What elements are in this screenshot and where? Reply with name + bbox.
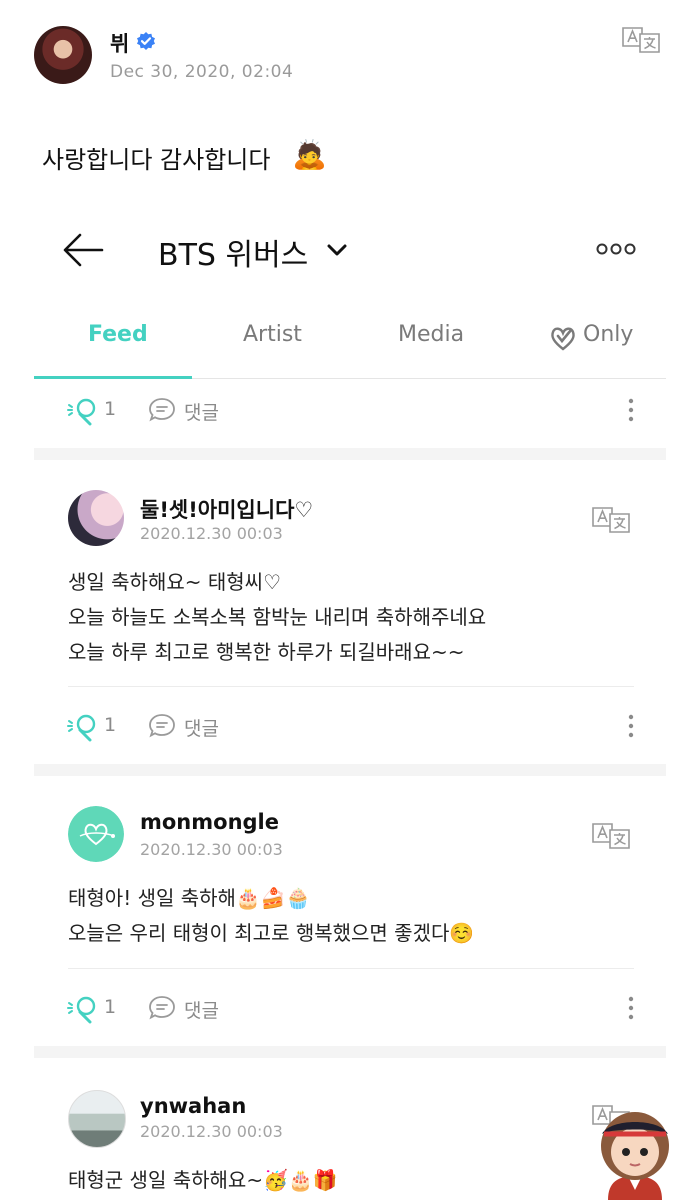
cheer-icon[interactable]: [66, 712, 102, 742]
back-arrow-icon[interactable]: [62, 230, 104, 270]
kebab-menu-icon[interactable]: [628, 996, 634, 1020]
translate-icon[interactable]: [590, 822, 632, 850]
active-tab-indicator: [34, 376, 192, 379]
post-author[interactable]: ynwahan: [140, 1094, 246, 1118]
post-text-line: 오늘 하늘도 소복소복 함박눈 내리며 축하해주네요: [68, 605, 487, 629]
character-sticker-icon: [601, 1112, 669, 1200]
author-avatar[interactable]: [34, 26, 92, 84]
post-text-line: 태형군 생일 축하해요~🥳🎂🎁: [68, 1168, 338, 1192]
post-text-line: 오늘 하루 최고로 행복한 하루가 되길바래요~~: [68, 640, 465, 664]
comment-label[interactable]: 댓글: [184, 714, 219, 741]
translate-icon[interactable]: [590, 506, 632, 534]
cheer-icon[interactable]: [66, 994, 102, 1024]
cheer-count: 1: [104, 996, 117, 1018]
post-divider: [68, 968, 634, 969]
comment-icon[interactable]: [148, 713, 176, 739]
post-date: 2020.12.30 00:03: [140, 1122, 283, 1141]
comment-icon[interactable]: [148, 995, 176, 1021]
user-avatar[interactable]: [68, 490, 124, 546]
kebab-menu-icon[interactable]: [628, 398, 634, 422]
post-text-line: 오늘은 우리 태형이 최고로 행복했으면 좋겠다☺️: [68, 921, 475, 945]
section-separator: [34, 764, 666, 776]
post-author[interactable]: monmongle: [140, 810, 279, 834]
comment-label[interactable]: 댓글: [184, 996, 219, 1023]
post-date: 2020.12.30 00:03: [140, 840, 283, 859]
tab-feed[interactable]: Feed: [88, 322, 148, 347]
cheer-count: 1: [104, 398, 117, 420]
more-options-icon[interactable]: [596, 240, 636, 258]
tab-only[interactable]: Only: [583, 322, 633, 347]
post-author[interactable]: 둘!셋!아미입니다♡: [140, 494, 313, 524]
section-separator: [34, 448, 666, 460]
post-date: Dec 30, 2020, 02:04: [110, 62, 294, 82]
user-avatar[interactable]: [68, 806, 124, 862]
post-date: 2020.12.30 00:03: [140, 524, 283, 543]
post-divider: [68, 686, 634, 687]
cheer-icon[interactable]: [66, 396, 102, 426]
translate-icon[interactable]: [620, 26, 662, 54]
section-separator: [34, 1046, 666, 1058]
tab-artist[interactable]: Artist: [243, 322, 302, 347]
post-text-line: 생일 축하해요~ 태형씨♡: [68, 570, 282, 594]
kebab-menu-icon[interactable]: [628, 714, 634, 738]
tab-media[interactable]: Media: [398, 322, 464, 347]
author-name[interactable]: 뷔: [110, 28, 129, 58]
post-text-line: 태형아! 생일 축하해🎂🍰🧁: [68, 886, 311, 910]
bowing-emoji: 🙇: [292, 138, 327, 171]
cheer-count: 1: [104, 714, 117, 736]
chevron-down-icon[interactable]: [325, 238, 349, 262]
post-text: 사랑합니다 감사합니다: [42, 146, 271, 174]
community-title[interactable]: BTS 위버스: [158, 230, 308, 274]
comment-icon[interactable]: [148, 397, 176, 423]
verified-badge-icon: [137, 32, 155, 50]
only-icon: [551, 327, 575, 351]
comment-label[interactable]: 댓글: [184, 398, 219, 425]
user-avatar[interactable]: [68, 1090, 126, 1148]
